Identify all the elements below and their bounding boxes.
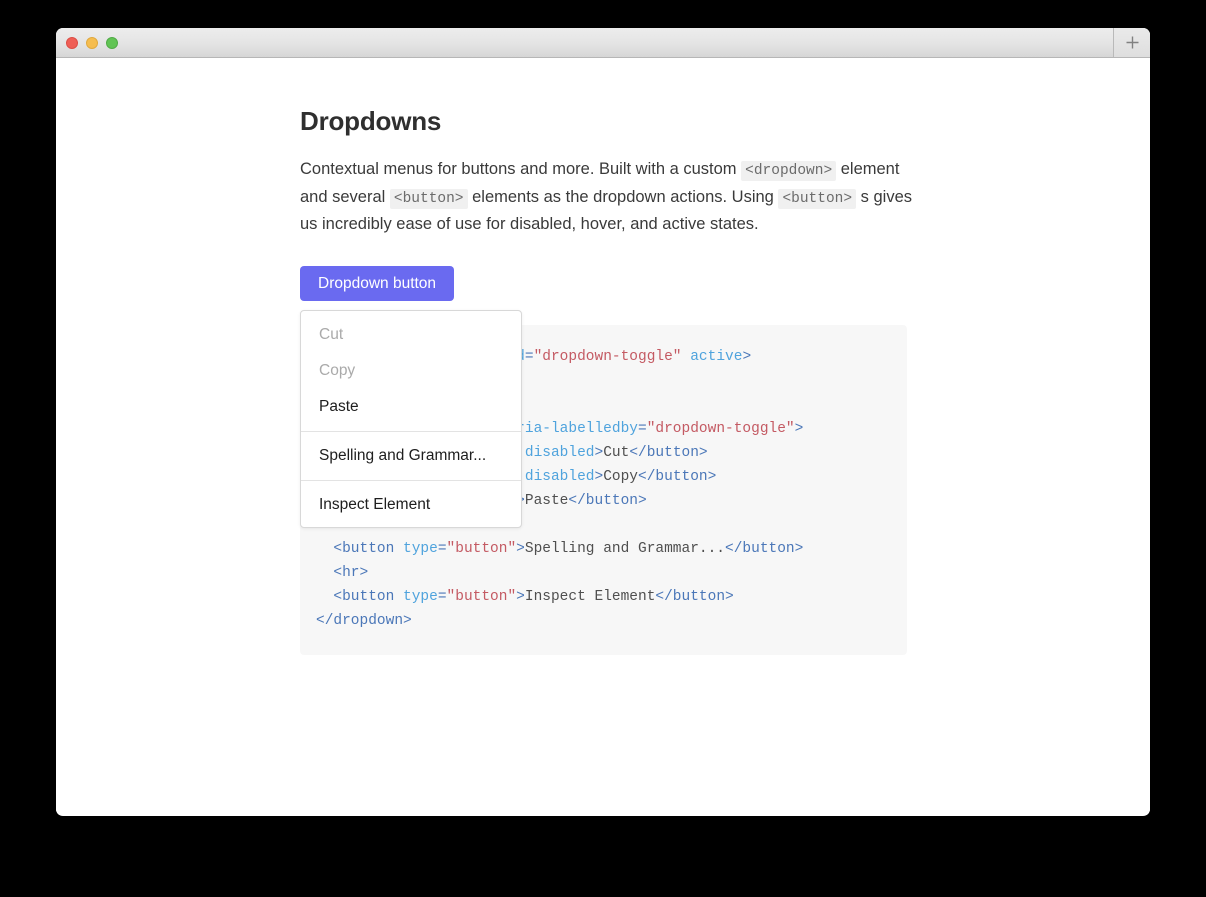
inline-code-button-1: <button> bbox=[389, 188, 468, 209]
dropdown-separator bbox=[301, 480, 521, 482]
dropdown-menu: Cut Copy Paste Spelling and Grammar... Inspe… bbox=[300, 309, 522, 529]
code-token-tag: </button> bbox=[629, 445, 708, 461]
code-token-str: "button" bbox=[446, 541, 517, 557]
dropdown-demo: Dropdown button Cut Copy Paste Spelling and… bbox=[300, 265, 522, 529]
code-token-tag: </button> bbox=[638, 469, 717, 485]
code-token-tag: <hr> bbox=[333, 565, 369, 581]
code-token-attr: aria-labelledby bbox=[507, 421, 638, 437]
paragraph-text-1: Contextual menus for buttons and more. B… bbox=[300, 160, 742, 178]
code-token-tag: > bbox=[594, 445, 604, 461]
page-title: Dropdowns bbox=[300, 106, 442, 136]
code-token-txt: Spelling and Grammar... bbox=[524, 541, 726, 557]
browser-window: Dropdowns Contextual menus for buttons a… bbox=[56, 28, 1150, 816]
maximize-window-button[interactable] bbox=[106, 37, 118, 49]
page-content: Dropdowns Contextual menus for buttons a… bbox=[300, 106, 912, 655]
code-token-attr: type bbox=[403, 541, 438, 557]
window-titlebar bbox=[56, 28, 1150, 58]
inline-code-button-2: <button> bbox=[778, 188, 857, 209]
dropdown-item-cut: Cut bbox=[301, 317, 521, 353]
code-token-tag: > bbox=[794, 421, 804, 437]
code-token-tag: </button> bbox=[655, 589, 734, 605]
code-token-tag: </dropdown> bbox=[316, 613, 412, 629]
code-token-txt: Paste bbox=[524, 493, 569, 509]
code-token-tag: <button bbox=[333, 541, 395, 557]
code-token-txt: Cut bbox=[603, 445, 630, 461]
code-token-txt: Copy bbox=[603, 469, 639, 485]
code-token-attr: disabled bbox=[524, 469, 595, 485]
code-token-tag: </button> bbox=[568, 493, 647, 509]
code-token-tag: = bbox=[638, 421, 647, 437]
inline-code-dropdown: <dropdown> bbox=[741, 161, 837, 181]
page-viewport: Dropdowns Contextual menus for buttons a… bbox=[56, 58, 1150, 815]
traffic-lights bbox=[66, 37, 118, 49]
code-token-txt: Inspect Element bbox=[524, 589, 656, 605]
code-token-tag: = bbox=[437, 589, 447, 605]
plus-icon bbox=[1125, 35, 1140, 50]
paragraph-text-3: elements as the dropdown actions. Using bbox=[467, 187, 779, 206]
new-tab-button[interactable] bbox=[1113, 28, 1150, 57]
code-token-attr: active bbox=[690, 349, 743, 365]
code-token-tag: > bbox=[516, 589, 525, 605]
close-window-button[interactable] bbox=[66, 37, 78, 49]
code-token-str: "dropdown-toggle" bbox=[646, 421, 795, 437]
minimize-window-button[interactable] bbox=[86, 37, 98, 49]
code-token-tag: </button> bbox=[725, 541, 804, 557]
code-token-tag: > bbox=[516, 541, 525, 557]
dropdown-toggle-button[interactable]: Dropdown button bbox=[300, 265, 455, 301]
dropdown-item-paste[interactable]: Paste bbox=[301, 389, 521, 425]
intro-paragraph: Contextual menus for buttons and more. B… bbox=[300, 157, 912, 238]
code-token-tag: > bbox=[594, 469, 604, 485]
code-token-attr: type bbox=[403, 589, 438, 605]
code-token-str: "dropdown-toggle" bbox=[533, 349, 682, 365]
code-token-tag: <button bbox=[333, 589, 395, 605]
code-token-attr: disabled bbox=[524, 445, 595, 461]
dropdown-separator bbox=[301, 430, 521, 432]
code-token-tag: > bbox=[742, 349, 752, 365]
code-token-tag: = bbox=[524, 349, 534, 365]
dropdown-item-spelling-and-grammar[interactable]: Spelling and Grammar... bbox=[301, 438, 521, 474]
dropdown-item-copy: Copy bbox=[301, 353, 521, 389]
code-token-tag: = bbox=[437, 541, 447, 557]
dropdown-item-inspect-element[interactable]: Inspect Element bbox=[301, 487, 521, 523]
code-token-str: "button" bbox=[446, 589, 517, 605]
